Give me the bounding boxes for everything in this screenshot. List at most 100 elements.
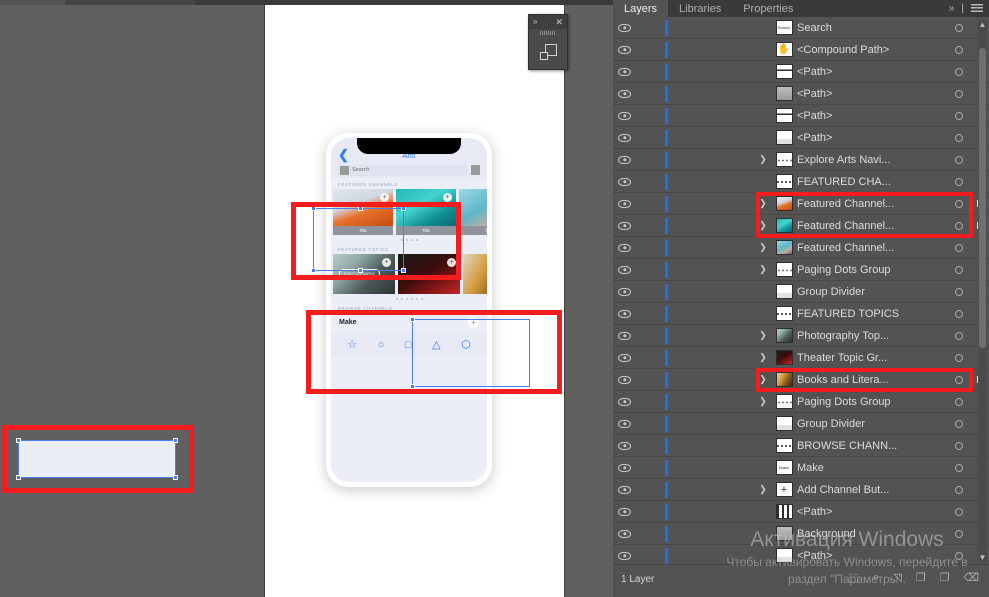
search-input[interactable]: Search bbox=[338, 164, 467, 176]
target-circle-icon[interactable] bbox=[955, 551, 963, 560]
target-indicator[interactable] bbox=[947, 177, 971, 186]
chevron-left-icon[interactable]: ❮ bbox=[338, 148, 349, 161]
visibility-toggle[interactable] bbox=[613, 331, 636, 340]
layer-name[interactable]: <Path> bbox=[797, 110, 947, 122]
locate-object-icon[interactable]: ⬚ bbox=[849, 571, 859, 584]
chevron-right-icon[interactable]: ❯ bbox=[755, 154, 771, 165]
search-row[interactable]: Search bbox=[331, 162, 487, 178]
chevron-right-icon[interactable]: ❯ bbox=[755, 374, 771, 385]
target-indicator[interactable] bbox=[947, 111, 971, 120]
hamburger-menu-icon[interactable] bbox=[971, 4, 983, 13]
visibility-toggle[interactable] bbox=[613, 485, 636, 494]
target-circle-icon[interactable] bbox=[955, 133, 963, 142]
layers-scrollbar[interactable]: ▲ ▼ bbox=[978, 20, 987, 562]
star-icon[interactable]: ☆ bbox=[347, 339, 357, 351]
pathfinder-shapes-icon[interactable] bbox=[539, 44, 557, 60]
layer-name[interactable]: Make bbox=[797, 462, 947, 474]
target-circle-icon[interactable] bbox=[955, 89, 963, 98]
target-circle-icon[interactable] bbox=[955, 419, 963, 428]
target-circle-icon[interactable] bbox=[955, 529, 963, 538]
layer-name[interactable]: Explore Arts Navi... bbox=[797, 154, 947, 166]
target-indicator[interactable] bbox=[947, 221, 971, 230]
eye-icon[interactable] bbox=[618, 199, 631, 208]
target-indicator[interactable] bbox=[947, 397, 971, 406]
visibility-toggle[interactable] bbox=[613, 67, 636, 76]
circle-icon[interactable]: ○ bbox=[378, 339, 385, 351]
layer-row[interactable]: Make Make bbox=[613, 457, 989, 479]
chevron-right-icon[interactable]: ❯ bbox=[755, 220, 771, 231]
target-circle-icon[interactable] bbox=[955, 331, 963, 340]
target-circle-icon[interactable] bbox=[955, 485, 963, 494]
target-indicator[interactable] bbox=[947, 265, 971, 274]
layer-name[interactable]: <Path> bbox=[797, 132, 947, 144]
search-layer-icon[interactable]: ⌕ bbox=[873, 571, 879, 584]
target-indicator[interactable] bbox=[947, 375, 971, 384]
eye-icon[interactable] bbox=[618, 529, 631, 538]
scrollbar-thumb[interactable] bbox=[979, 48, 986, 348]
visibility-toggle[interactable] bbox=[613, 45, 636, 54]
paging-dots[interactable] bbox=[331, 235, 487, 243]
layer-name[interactable]: <Path> bbox=[797, 506, 947, 518]
tab-libraries[interactable]: Libraries bbox=[668, 0, 732, 17]
eye-icon[interactable] bbox=[618, 111, 631, 120]
chevron-right-icon[interactable]: ❯ bbox=[755, 198, 771, 209]
layer-name[interactable]: Paging Dots Group bbox=[797, 396, 947, 408]
layer-name[interactable]: BROWSE CHANN... bbox=[797, 440, 947, 452]
featured-channels-carousel[interactable]: + Title + Title + Title bbox=[331, 189, 487, 235]
add-icon[interactable]: + bbox=[382, 258, 391, 267]
visibility-toggle[interactable] bbox=[613, 441, 636, 450]
target-indicator[interactable] bbox=[947, 133, 971, 142]
layer-name[interactable]: FEATURED CHA... bbox=[797, 176, 947, 188]
phone-screen[interactable]: ❮ Arts Search FEATURED CHANNELS + Title bbox=[331, 138, 487, 482]
floating-tool-panel[interactable]: » ✕ bbox=[528, 14, 568, 70]
add-icon[interactable]: + bbox=[447, 258, 456, 267]
target-circle-icon[interactable] bbox=[955, 463, 963, 472]
chevron-right-icon[interactable]: ❯ bbox=[755, 484, 771, 495]
tab-properties[interactable]: Properties bbox=[732, 0, 804, 17]
layer-name[interactable]: Group Divider bbox=[797, 286, 947, 298]
featured-channel-card[interactable]: + Title bbox=[459, 189, 487, 235]
eye-icon[interactable] bbox=[618, 309, 631, 318]
target-circle-icon[interactable] bbox=[955, 441, 963, 450]
layer-row[interactable]: FEATURED TOPICS bbox=[613, 303, 989, 325]
phone-mockup[interactable]: ❮ Arts Search FEATURED CHANNELS + Title bbox=[326, 133, 492, 487]
layer-row[interactable]: ❯ Books and Litera... bbox=[613, 369, 989, 391]
floating-panel-header[interactable]: » ✕ bbox=[529, 15, 567, 29]
layer-name[interactable]: Paging Dots Group bbox=[797, 264, 947, 276]
layer-row[interactable]: FEATURED CHA... bbox=[613, 171, 989, 193]
chevron-right-icon[interactable]: ❯ bbox=[755, 352, 771, 363]
eye-icon[interactable] bbox=[618, 221, 631, 230]
layer-name[interactable]: <Path> bbox=[797, 550, 947, 562]
chevron-right-icon[interactable]: ❯ bbox=[755, 242, 771, 253]
layer-row[interactable]: <Path> bbox=[613, 105, 989, 127]
floating-panel-body[interactable] bbox=[529, 36, 567, 68]
layer-name[interactable]: Background bbox=[797, 528, 947, 540]
visibility-toggle[interactable] bbox=[613, 243, 636, 252]
visibility-toggle[interactable] bbox=[613, 265, 636, 274]
target-indicator[interactable] bbox=[947, 67, 971, 76]
layer-row[interactable]: ❯ + Add Channel But... bbox=[613, 479, 989, 501]
target-circle-icon[interactable] bbox=[955, 353, 963, 362]
layer-name[interactable]: Featured Channel... bbox=[797, 220, 947, 232]
panel-tab-bar-controls[interactable]: » | bbox=[949, 0, 983, 17]
layer-name[interactable]: Photography Top... bbox=[797, 330, 947, 342]
layer-row[interactable]: ❯ Theater Topic Gr... bbox=[613, 347, 989, 369]
target-indicator[interactable] bbox=[947, 353, 971, 362]
visibility-toggle[interactable] bbox=[613, 397, 636, 406]
layer-row[interactable]: Background bbox=[613, 523, 989, 545]
eye-icon[interactable] bbox=[618, 331, 631, 340]
target-indicator[interactable] bbox=[947, 485, 971, 494]
visibility-toggle[interactable] bbox=[613, 199, 636, 208]
target-circle-icon[interactable] bbox=[955, 375, 963, 384]
scroll-up-icon[interactable]: ▲ bbox=[978, 20, 987, 29]
add-icon[interactable]: + bbox=[380, 193, 389, 202]
layer-name[interactable]: Group Divider bbox=[797, 418, 947, 430]
eye-icon[interactable] bbox=[618, 441, 631, 450]
target-indicator[interactable] bbox=[947, 287, 971, 296]
layer-row[interactable]: ❯ Featured Channel... bbox=[613, 193, 989, 215]
visibility-toggle[interactable] bbox=[613, 177, 636, 186]
target-indicator[interactable] bbox=[947, 243, 971, 252]
delete-layer-icon[interactable]: ⌫ bbox=[963, 571, 979, 584]
featured-channel-card[interactable]: + Title bbox=[396, 189, 456, 235]
app-tab-bar[interactable]: ☆ ○ □ △ ⬡ bbox=[331, 334, 487, 356]
